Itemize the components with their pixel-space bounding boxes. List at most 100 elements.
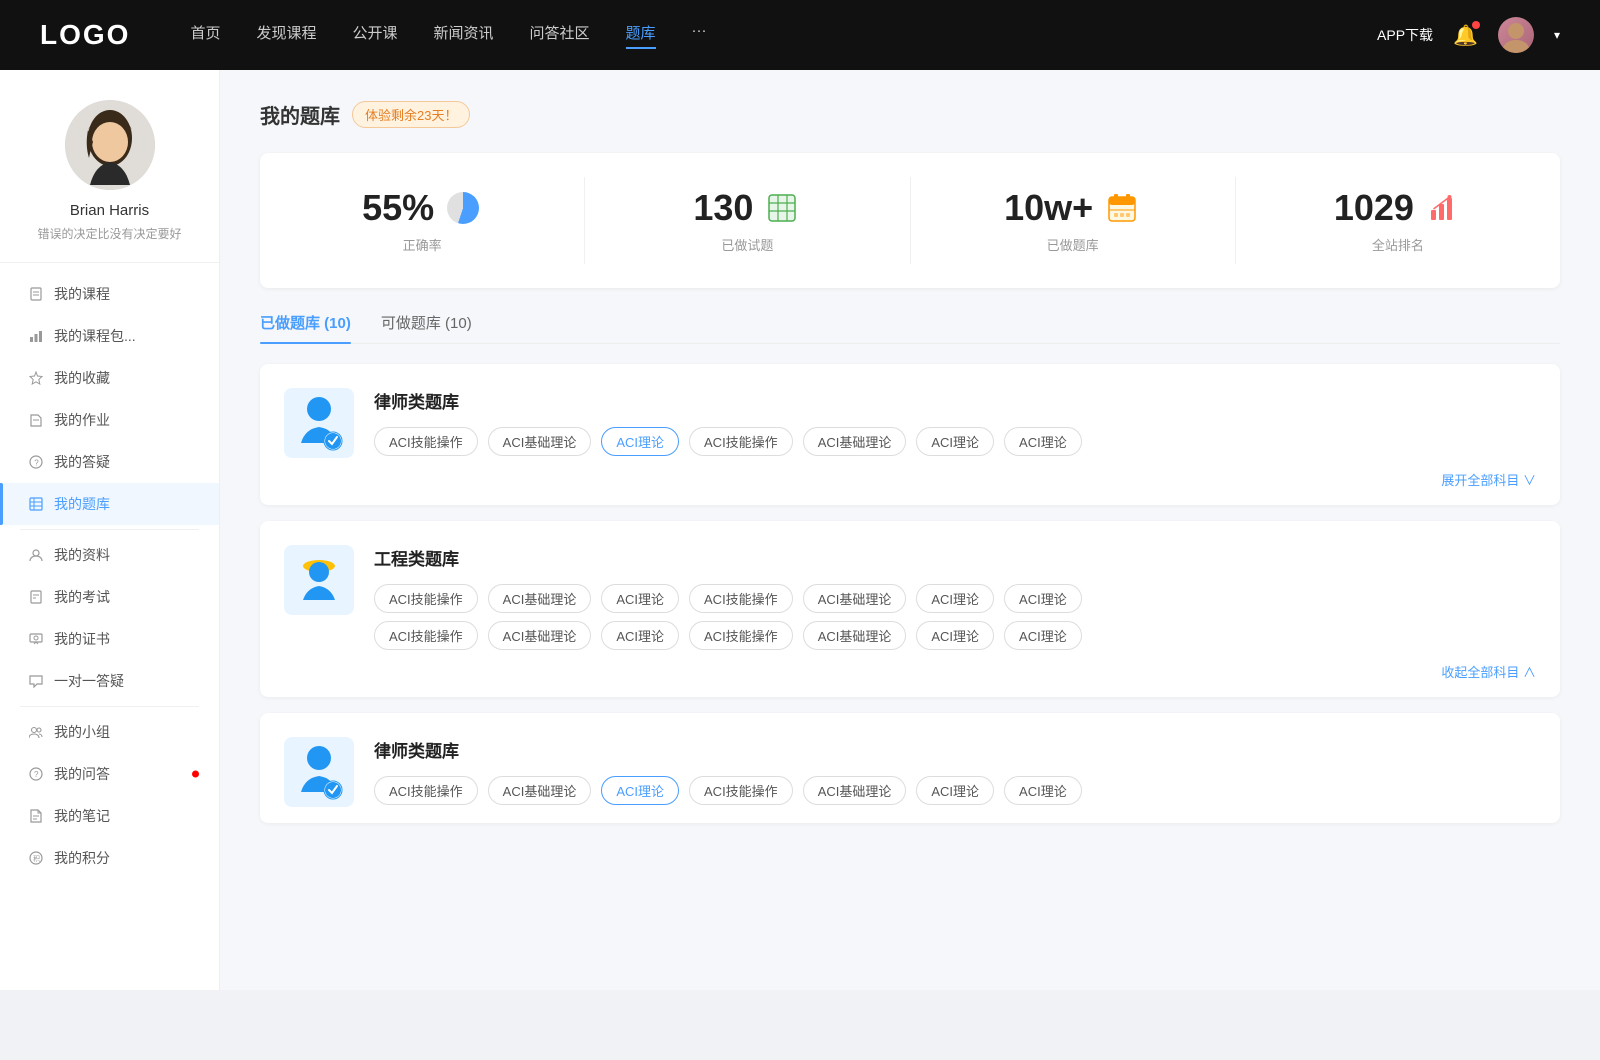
tab-todo-banks[interactable]: 可做题库 (10) bbox=[381, 312, 472, 343]
tag-item[interactable]: ACI技能操作 bbox=[374, 427, 478, 456]
note-icon bbox=[28, 808, 44, 824]
tag-item[interactable]: ACI基础理论 bbox=[803, 584, 907, 613]
nav-more[interactable]: ··· bbox=[692, 22, 707, 49]
tag-item[interactable]: ACI技能操作 bbox=[689, 621, 793, 650]
tag-item[interactable]: ACI基础理论 bbox=[488, 584, 592, 613]
tab-done-banks[interactable]: 已做题库 (10) bbox=[260, 312, 351, 343]
collapse-btn-engineer[interactable]: 收起全部科目 ∧ bbox=[284, 662, 1536, 681]
app-download-btn[interactable]: APP下载 bbox=[1377, 25, 1433, 45]
qbank-title-engineer: 工程类题库 bbox=[374, 545, 1536, 570]
tag-item[interactable]: ACI理论 bbox=[601, 584, 679, 613]
tag-item[interactable]: ACI理论 bbox=[916, 776, 994, 805]
menu-label-notes: 我的笔记 bbox=[54, 806, 110, 826]
expand-btn-lawyer-1[interactable]: 展开全部科目 ∨ bbox=[284, 470, 1536, 489]
tag-item[interactable]: ACI技能操作 bbox=[689, 776, 793, 805]
user-dropdown-arrow[interactable]: ▾ bbox=[1554, 28, 1560, 42]
trial-badge: 体验剩余23天！ bbox=[352, 101, 470, 128]
user-name: Brian Harris bbox=[20, 202, 199, 219]
sidebar-item-course[interactable]: 我的课程 bbox=[0, 273, 219, 315]
tag-item[interactable]: ACI基础理论 bbox=[803, 621, 907, 650]
menu-label-certificate: 我的证书 bbox=[54, 629, 110, 649]
nav-home[interactable]: 首页 bbox=[190, 22, 220, 49]
menu-label-exam: 我的考试 bbox=[54, 587, 110, 607]
tag-item[interactable]: ACI基础理论 bbox=[803, 776, 907, 805]
divider-1 bbox=[20, 529, 199, 530]
tag-item[interactable]: ACI基础理论 bbox=[488, 621, 592, 650]
tag-item[interactable]: ACI理论 bbox=[1004, 584, 1082, 613]
sidebar-item-qbank[interactable]: 我的题库 bbox=[0, 483, 219, 525]
qbank-card-lawyer-1-body: 律师类题库 ACI技能操作 ACI基础理论 ACI理论 ACI技能操作 ACI基… bbox=[374, 388, 1536, 456]
navbar: LOGO 首页 发现课程 公开课 新闻资讯 问答社区 题库 ··· APP下载 … bbox=[0, 0, 1600, 70]
profile-avatar bbox=[65, 100, 155, 190]
menu-label-answer: 我的答疑 bbox=[54, 452, 110, 472]
tag-item[interactable]: ACI技能操作 bbox=[689, 427, 793, 456]
cert-icon bbox=[28, 631, 44, 647]
sidebar-item-myqa[interactable]: ? 我的问答 bbox=[0, 753, 219, 795]
sidebar-item-group[interactable]: 我的小组 bbox=[0, 711, 219, 753]
stat-rank: 1029 全站排名 bbox=[1236, 177, 1560, 264]
sidebar-item-points[interactable]: 积 我的积分 bbox=[0, 837, 219, 879]
tag-item[interactable]: ACI技能操作 bbox=[374, 621, 478, 650]
sidebar-item-profile[interactable]: 我的资料 bbox=[0, 534, 219, 576]
stat-done-questions-value: 130 bbox=[693, 187, 753, 229]
stat-accuracy: 55% 正确率 bbox=[260, 177, 585, 264]
notification-bell[interactable]: 🔔 bbox=[1453, 23, 1478, 48]
stat-done-questions-label: 已做试题 bbox=[721, 235, 773, 254]
bar-icon bbox=[28, 328, 44, 344]
nav-open-course[interactable]: 公开课 bbox=[352, 22, 397, 49]
file-icon bbox=[28, 286, 44, 302]
tag-item-active[interactable]: ACI理论 bbox=[601, 776, 679, 805]
tag-item[interactable]: ACI理论 bbox=[1004, 621, 1082, 650]
sidebar-item-certificate[interactable]: 我的证书 bbox=[0, 618, 219, 660]
sidebar-item-notes[interactable]: 我的笔记 bbox=[0, 795, 219, 837]
menu-label-profile: 我的资料 bbox=[54, 545, 110, 565]
sidebar-item-favorites[interactable]: 我的收藏 bbox=[0, 357, 219, 399]
tag-item[interactable]: ACI理论 bbox=[601, 621, 679, 650]
tag-item[interactable]: ACI理论 bbox=[1004, 776, 1082, 805]
menu-label-myqa: 我的问答 bbox=[54, 764, 110, 784]
tag-item[interactable]: ACI理论 bbox=[916, 621, 994, 650]
sidebar-profile: Brian Harris 错误的决定比没有决定要好 bbox=[0, 100, 219, 263]
qbank-card-engineer-body: 工程类题库 ACI技能操作 ACI基础理论 ACI理论 ACI技能操作 ACI基… bbox=[374, 545, 1536, 650]
tag-item[interactable]: ACI基础理论 bbox=[488, 776, 592, 805]
nav-qbank[interactable]: 题库 bbox=[626, 22, 656, 49]
tag-item[interactable]: ACI理论 bbox=[916, 584, 994, 613]
sidebar-item-package[interactable]: 我的课程包... bbox=[0, 315, 219, 357]
tag-item[interactable]: ACI理论 bbox=[1004, 427, 1082, 456]
tag-item[interactable]: ACI基础理论 bbox=[488, 427, 592, 456]
nav-links: 首页 发现课程 公开课 新闻资讯 问答社区 题库 ··· bbox=[190, 22, 1377, 49]
nav-news[interactable]: 新闻资讯 bbox=[434, 22, 494, 49]
user-avatar[interactable] bbox=[1498, 17, 1534, 53]
stat-rank-row: 1029 bbox=[1334, 187, 1462, 229]
score-icon: 积 bbox=[28, 850, 44, 866]
tag-item[interactable]: ACI技能操作 bbox=[374, 776, 478, 805]
sidebar-item-exam[interactable]: 我的考试 bbox=[0, 576, 219, 618]
tag-item[interactable]: ACI理论 bbox=[916, 427, 994, 456]
nav-qa[interactable]: 问答社区 bbox=[530, 22, 590, 49]
sidebar: Brian Harris 错误的决定比没有决定要好 我的课程 我的课程包... bbox=[0, 70, 220, 990]
nav-discover[interactable]: 发现课程 bbox=[256, 22, 316, 49]
stat-done-banks-value: 10w+ bbox=[1004, 187, 1093, 229]
sidebar-item-homework[interactable]: 我的作业 bbox=[0, 399, 219, 441]
main-content: 我的题库 体验剩余23天！ 55% 正确率 130 bbox=[220, 70, 1600, 990]
tag-item-active[interactable]: ACI理论 bbox=[601, 427, 679, 456]
tag-item[interactable]: ACI技能操作 bbox=[689, 584, 793, 613]
sidebar-item-1on1[interactable]: 一对一答疑 bbox=[0, 660, 219, 702]
tag-item[interactable]: ACI技能操作 bbox=[374, 584, 478, 613]
stat-accuracy-value: 55% bbox=[362, 187, 434, 229]
qbank-card-lawyer-1-header: 律师类题库 ACI技能操作 ACI基础理论 ACI理论 ACI技能操作 ACI基… bbox=[284, 388, 1536, 458]
menu-label-favorites: 我的收藏 bbox=[54, 368, 110, 388]
qbank-icon-engineer bbox=[284, 545, 354, 615]
bar-chart-red-icon bbox=[1424, 189, 1462, 227]
stat-done-banks-label: 已做题库 bbox=[1047, 235, 1099, 254]
sidebar-item-answer[interactable]: ? 我的答疑 bbox=[0, 441, 219, 483]
menu-label-package: 我的课程包... bbox=[54, 326, 136, 346]
stat-accuracy-row: 55% bbox=[362, 187, 482, 229]
qbank-card-lawyer-2-header: 律师类题库 ACI技能操作 ACI基础理论 ACI理论 ACI技能操作 ACI基… bbox=[284, 737, 1536, 807]
svg-text:?: ? bbox=[34, 459, 39, 468]
layout: Brian Harris 错误的决定比没有决定要好 我的课程 我的课程包... bbox=[0, 70, 1600, 990]
tag-item[interactable]: ACI基础理论 bbox=[803, 427, 907, 456]
stat-done-banks-row: 10w+ bbox=[1004, 187, 1141, 229]
stat-accuracy-label: 正确率 bbox=[403, 235, 442, 254]
qbank-icon-lawyer bbox=[284, 388, 354, 458]
